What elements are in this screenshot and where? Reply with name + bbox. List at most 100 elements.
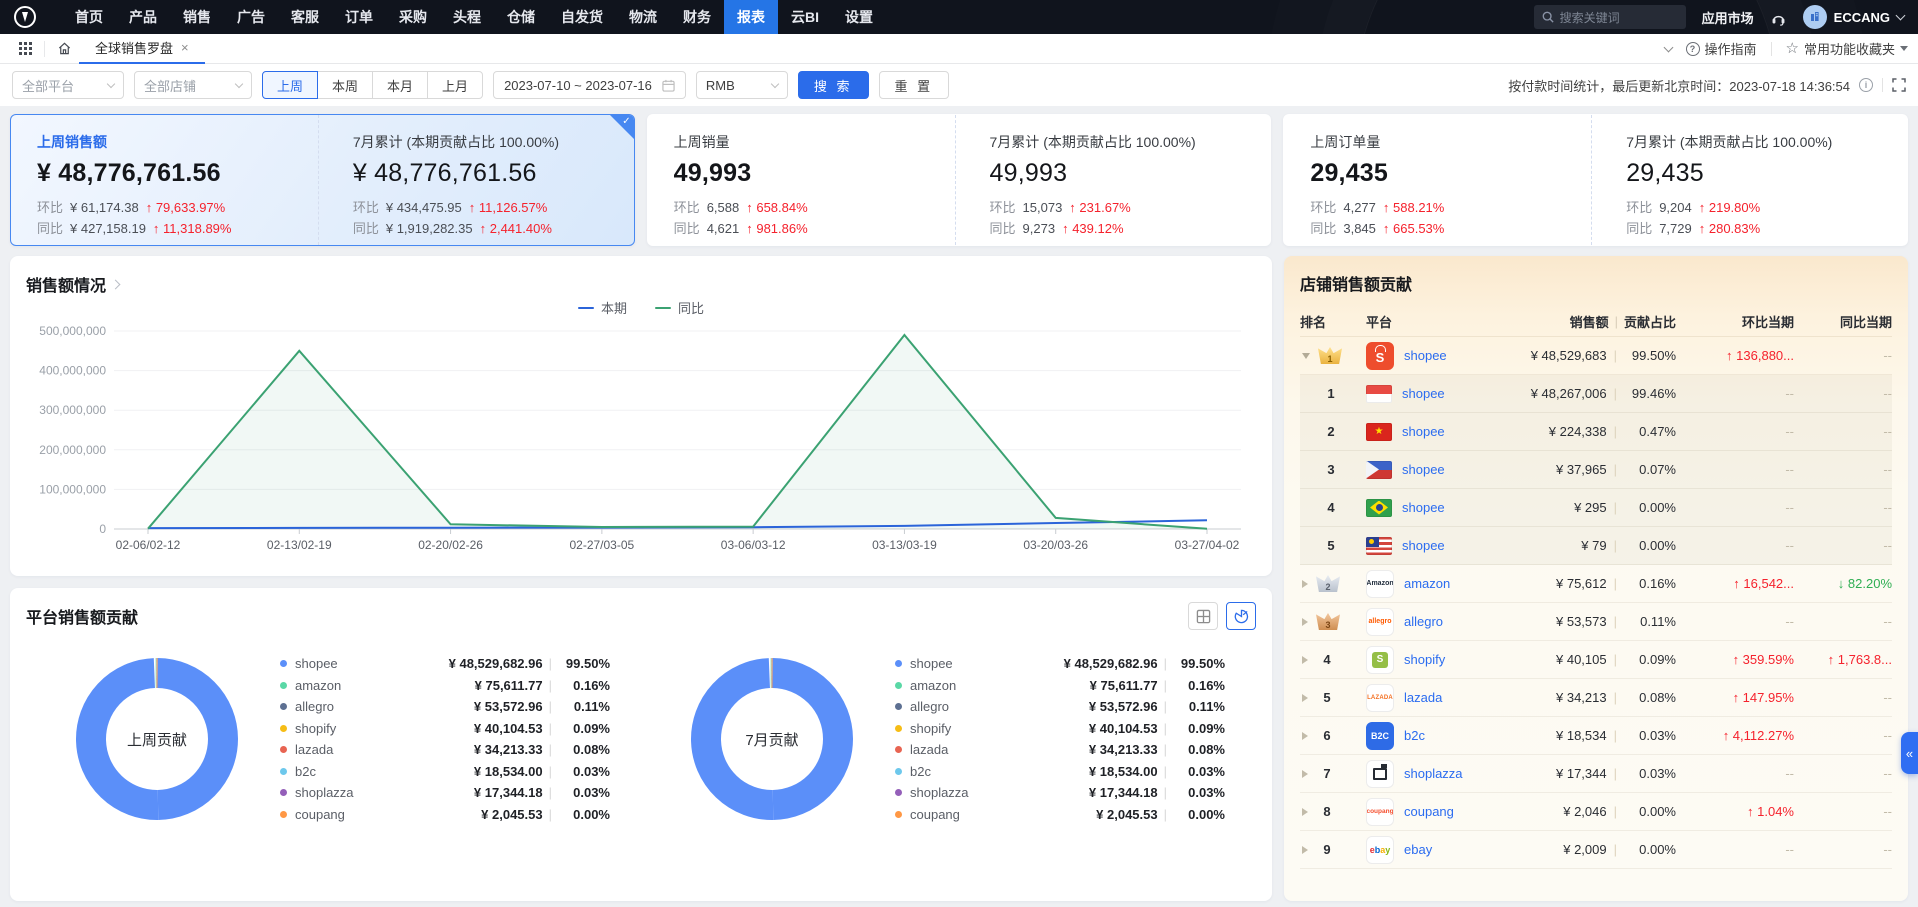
period-button-本月[interactable]: 本月 bbox=[372, 71, 428, 99]
platform-link[interactable]: coupang bbox=[1404, 804, 1454, 819]
platform-link[interactable]: allegro bbox=[1404, 614, 1443, 629]
caret-right-icon[interactable] bbox=[1302, 770, 1308, 778]
nav-item-财务[interactable]: 财务 bbox=[670, 0, 724, 34]
legend-row[interactable]: coupang¥ 2,045.53|0.00% bbox=[280, 804, 610, 826]
table-row[interactable]: 1shopee¥ 48,267,006|99.46%---- bbox=[1300, 375, 1892, 413]
kpi-card-2[interactable]: 上周订单量29,435环比4,277↑ 588.21%同比3,845↑ 665.… bbox=[1283, 114, 1908, 246]
table-row[interactable]: 3shopee¥ 37,965|0.07%---- bbox=[1300, 451, 1892, 489]
nav-item-头程[interactable]: 头程 bbox=[440, 0, 494, 34]
platform-link[interactable]: shoplazza bbox=[1404, 766, 1463, 781]
caret-right-icon[interactable] bbox=[1302, 846, 1308, 854]
tab-global-sales-compass[interactable]: 全球销售罗盘 × bbox=[79, 34, 205, 64]
legend-row[interactable]: shoplazza¥ 17,344.18|0.03% bbox=[280, 782, 610, 804]
legend-item-同比[interactable]: 同比 bbox=[655, 298, 704, 317]
caret-right-icon[interactable] bbox=[1302, 580, 1308, 588]
search-button[interactable]: 搜 索 bbox=[798, 71, 869, 99]
pie-view-toggle[interactable] bbox=[1226, 602, 1256, 630]
info-icon[interactable]: i bbox=[1859, 78, 1873, 92]
platform-link[interactable]: amazon bbox=[1404, 576, 1450, 591]
nav-item-首页[interactable]: 首页 bbox=[62, 0, 116, 34]
platform-link[interactable]: shopee bbox=[1402, 538, 1445, 553]
kpi-card-0[interactable]: 上周销售额¥ 48,776,761.56环比¥ 61,174.38↑ 79,63… bbox=[10, 114, 635, 246]
favorites-menu[interactable]: ☆ 常用功能收藏夹 bbox=[1786, 39, 1908, 58]
platform-link[interactable]: shopee bbox=[1402, 462, 1445, 477]
table-row[interactable]: 9ebayebay¥ 2,009|0.00%---- bbox=[1300, 831, 1892, 869]
nav-item-订单[interactable]: 订单 bbox=[332, 0, 386, 34]
collapse-panel-handle[interactable]: « bbox=[1901, 732, 1918, 774]
legend-row[interactable]: lazada¥ 34,213.33|0.08% bbox=[895, 739, 1225, 761]
guide-link[interactable]: ? 操作指南 bbox=[1686, 39, 1757, 58]
legend-row[interactable]: shopee¥ 48,529,682.96|99.50% bbox=[895, 653, 1225, 675]
platform-select[interactable]: 全部平台 bbox=[12, 71, 124, 99]
platform-link[interactable]: shopee bbox=[1402, 500, 1445, 515]
legend-row[interactable]: coupang¥ 2,045.53|0.00% bbox=[895, 804, 1225, 826]
kpi-card-1[interactable]: 上周销量49,993环比6,588↑ 658.84%同比4,621↑ 981.8… bbox=[647, 114, 1272, 246]
date-range-picker[interactable]: 2023-07-10 ~ 2023-07-16 bbox=[493, 71, 686, 99]
app-market-link[interactable]: 应用市场 bbox=[1702, 8, 1754, 27]
caret-right-icon[interactable] bbox=[1302, 732, 1308, 740]
table-row[interactable]: 4shopee¥ 295|0.00%---- bbox=[1300, 489, 1892, 527]
table-row[interactable]: 8coupangcoupang¥ 2,046|0.00%↑ 1.04%-- bbox=[1300, 793, 1892, 831]
legend-row[interactable]: amazon¥ 75,611.77|0.16% bbox=[895, 675, 1225, 697]
caret-right-icon[interactable] bbox=[1302, 618, 1308, 626]
legend-row[interactable]: lazada¥ 34,213.33|0.08% bbox=[280, 739, 610, 761]
caret-right-icon[interactable] bbox=[1302, 656, 1308, 664]
platform-link[interactable]: lazada bbox=[1404, 690, 1442, 705]
legend-row[interactable]: shopify¥ 40,104.53|0.09% bbox=[895, 718, 1225, 740]
apps-grid-icon[interactable] bbox=[10, 34, 40, 64]
platform-link[interactable]: shopee bbox=[1402, 424, 1445, 439]
legend-row[interactable]: shopee¥ 48,529,682.96|99.50% bbox=[280, 653, 610, 675]
caret-right-icon[interactable] bbox=[1302, 808, 1308, 816]
table-row[interactable]: 1Sshopee¥ 48,529,683|99.50%↑ 136,880...-… bbox=[1300, 337, 1892, 375]
platform-link[interactable]: b2c bbox=[1404, 728, 1425, 743]
chevron-down-icon[interactable] bbox=[1663, 42, 1673, 52]
table-row[interactable]: 5LAZADAlazada¥ 34,213|0.08%↑ 147.95%-- bbox=[1300, 679, 1892, 717]
platform-link[interactable]: ebay bbox=[1404, 842, 1432, 857]
currency-select[interactable]: RMB bbox=[696, 71, 788, 99]
nav-item-广告[interactable]: 广告 bbox=[224, 0, 278, 34]
table-row[interactable]: 7shoplazza¥ 17,344|0.03%---- bbox=[1300, 755, 1892, 793]
table-row[interactable]: 2Amazonamazon¥ 75,612|0.16%↑ 16,542...↓ … bbox=[1300, 565, 1892, 603]
nav-item-设置[interactable]: 设置 bbox=[832, 0, 886, 34]
reset-button[interactable]: 重 置 bbox=[879, 71, 950, 99]
legend-row[interactable]: b2c¥ 18,534.00|0.03% bbox=[895, 761, 1225, 783]
nav-item-销售[interactable]: 销售 bbox=[170, 0, 224, 34]
global-search-input[interactable]: 搜索关键词 bbox=[1534, 5, 1686, 29]
table-row[interactable]: 2shopee¥ 224,338|0.47%---- bbox=[1300, 413, 1892, 451]
app-logo-icon[interactable] bbox=[14, 6, 36, 28]
close-icon[interactable]: × bbox=[181, 40, 189, 55]
account-menu[interactable]: ECCANG bbox=[1803, 5, 1904, 29]
home-icon[interactable] bbox=[49, 34, 79, 64]
table-row[interactable]: 3allegroallegro¥ 53,573|0.11%---- bbox=[1300, 603, 1892, 641]
period-button-上月[interactable]: 上月 bbox=[427, 71, 483, 99]
nav-item-采购[interactable]: 采购 bbox=[386, 0, 440, 34]
legend-row[interactable]: amazon¥ 75,611.77|0.16% bbox=[280, 675, 610, 697]
nav-item-仓储[interactable]: 仓储 bbox=[494, 0, 548, 34]
legend-item-本期[interactable]: 本期 bbox=[578, 298, 627, 317]
store-select[interactable]: 全部店铺 bbox=[134, 71, 252, 99]
legend-row[interactable]: b2c¥ 18,534.00|0.03% bbox=[280, 761, 610, 783]
fullscreen-icon[interactable] bbox=[1892, 78, 1906, 92]
platform-link[interactable]: shopee bbox=[1402, 386, 1445, 401]
platform-link[interactable]: shopee bbox=[1404, 348, 1447, 363]
headset-icon[interactable] bbox=[1770, 9, 1787, 26]
legend-row[interactable]: shopify¥ 40,104.53|0.09% bbox=[280, 718, 610, 740]
nav-item-客服[interactable]: 客服 bbox=[278, 0, 332, 34]
caret-down-icon[interactable] bbox=[1302, 353, 1310, 359]
nav-item-报表[interactable]: 报表 bbox=[724, 0, 778, 34]
table-row[interactable]: 5shopee¥ 79|0.00%---- bbox=[1300, 527, 1892, 565]
platform-link[interactable]: shopify bbox=[1404, 652, 1445, 667]
caret-right-icon[interactable] bbox=[1302, 694, 1308, 702]
table-row[interactable]: 6B2Cb2c¥ 18,534|0.03%↑ 4,112.27%-- bbox=[1300, 717, 1892, 755]
legend-row[interactable]: allegro¥ 53,572.96|0.11% bbox=[280, 696, 610, 718]
nav-item-产品[interactable]: 产品 bbox=[116, 0, 170, 34]
nav-item-自发货[interactable]: 自发货 bbox=[548, 0, 616, 34]
nav-item-物流[interactable]: 物流 bbox=[616, 0, 670, 34]
chevron-right-icon[interactable] bbox=[111, 279, 121, 289]
table-row[interactable]: 4Sshopify¥ 40,105|0.09%↑ 359.59%↑ 1,763.… bbox=[1300, 641, 1892, 679]
period-button-上周[interactable]: 上周 bbox=[262, 71, 318, 99]
period-button-本周[interactable]: 本周 bbox=[317, 71, 373, 99]
legend-row[interactable]: allegro¥ 53,572.96|0.11% bbox=[895, 696, 1225, 718]
legend-row[interactable]: shoplazza¥ 17,344.18|0.03% bbox=[895, 782, 1225, 804]
nav-item-云BI[interactable]: 云BI bbox=[778, 0, 832, 34]
